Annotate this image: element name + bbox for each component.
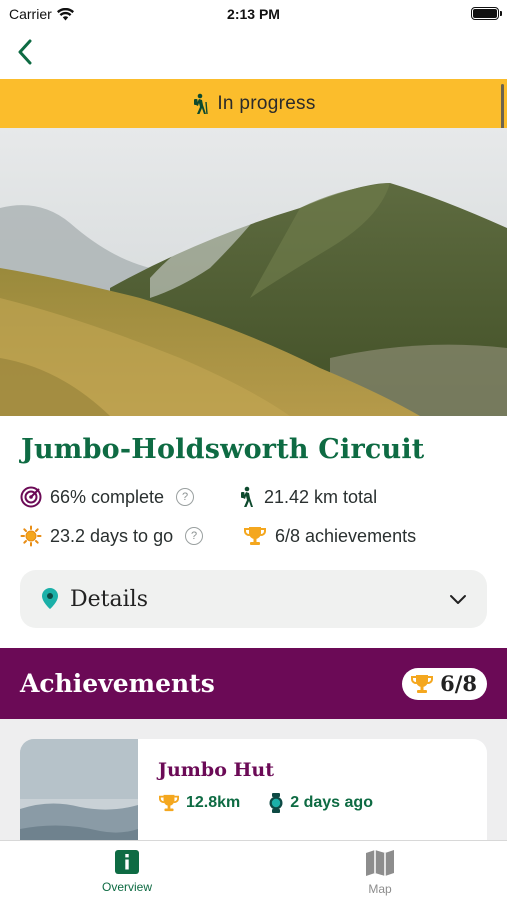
achievements-count: 6/8 [440, 671, 477, 696]
achievements-count-badge: 6/8 [402, 667, 487, 700]
target-icon [20, 486, 42, 508]
completion-help-icon[interactable]: ? [176, 488, 195, 506]
achievements-title: Achievements [20, 669, 215, 698]
achievement-thumbnail [20, 739, 138, 841]
tab-overview-label: Overview [101, 880, 152, 894]
remaining-text: 23.2 days to go [50, 525, 174, 546]
remaining-help-icon[interactable]: ? [185, 527, 204, 545]
distance-stat: 21.42 km total [238, 486, 377, 508]
achievement-time: 2 days ago [290, 794, 373, 811]
achievements-header: Achievements 6/8 [0, 648, 507, 719]
achievement-card[interactable]: Jumbo Hut 12.8km 2 days ago [20, 739, 487, 841]
distance-text: 21.42 km total [264, 486, 378, 507]
details-label: Details [70, 586, 148, 612]
hiker-icon [241, 486, 253, 507]
battery-icon [471, 7, 502, 20]
achievements-stat: 6/8 achievements [243, 525, 416, 547]
tab-map[interactable]: Map [320, 849, 440, 896]
chevron-left-icon [18, 39, 32, 65]
tab-map-label: Map [368, 882, 392, 896]
trail-hero-image [0, 128, 507, 416]
status-bar: Carrier 2:13 PM [0, 0, 507, 28]
progress-label: In progress [217, 92, 316, 114]
achievement-name: Jumbo Hut [158, 759, 275, 781]
completion-text: 66% complete [50, 486, 165, 507]
back-button[interactable] [10, 36, 40, 68]
completion-stat: 66% complete ? [20, 486, 195, 508]
remaining-stat: 23.2 days to go ? [20, 525, 204, 547]
details-expander[interactable]: Details [20, 570, 487, 628]
achievement-meta: 12.8km 2 days ago [158, 793, 373, 813]
hiker-icon [194, 93, 209, 114]
trophy-icon [243, 527, 267, 545]
map-icon [366, 850, 394, 876]
trophy-icon [411, 674, 434, 693]
sun-icon [20, 525, 42, 547]
achievement-distance: 12.8km [186, 794, 241, 811]
achievements-list: Jumbo Hut 12.8km 2 days ago [0, 719, 507, 841]
progress-banner: In progress [0, 79, 507, 128]
trail-title: Jumbo-Holdsworth Circuit [21, 434, 425, 465]
tab-bar: Overview Map [0, 840, 507, 900]
trophy-icon [158, 794, 180, 812]
map-pin-info-icon [42, 588, 58, 609]
watch-icon [269, 793, 283, 813]
chevron-down-icon [450, 595, 466, 604]
info-icon [115, 850, 139, 874]
achievements-text: 6/8 achievements [275, 525, 417, 546]
tab-overview[interactable]: Overview [67, 849, 187, 894]
status-time: 2:13 PM [227, 6, 280, 22]
